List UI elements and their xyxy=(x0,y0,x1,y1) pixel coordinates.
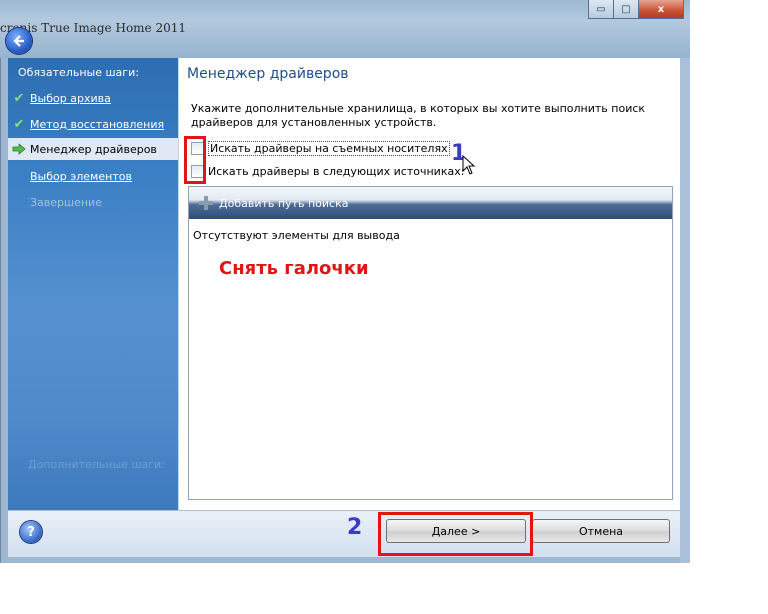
checkbox-label[interactable]: Искать драйверы в следующих источниках: xyxy=(208,165,464,178)
list-toolbar: Добавить путь поиска xyxy=(189,187,672,219)
close-icon: x xyxy=(657,3,665,15)
back-arrow-icon[interactable] xyxy=(6,28,32,54)
annotation-next-highlight xyxy=(378,512,533,556)
checkmark-icon: ✔ xyxy=(13,90,25,106)
sidebar-item-label: Менеджер драйверов xyxy=(30,142,157,156)
current-step-arrow-icon xyxy=(8,143,30,155)
mouse-cursor-icon xyxy=(462,154,476,179)
search-removable-media-checkbox-row[interactable]: Искать драйверы на съемных носителях xyxy=(191,141,450,156)
sidebar-item-archive[interactable]: ✔ Выбор архива xyxy=(8,87,178,109)
steps-sidebar: Обязательные шаги: ✔ Выбор архива ✔ Мето… xyxy=(8,58,178,510)
annotation-marker-2: 2 xyxy=(347,515,363,540)
minimize-icon: ▭ xyxy=(596,3,606,15)
empty-list-text: Отсутствуют элементы для вывода xyxy=(193,229,400,242)
annotation-note: Снять галочки xyxy=(219,258,369,279)
maximize-icon: □ xyxy=(621,3,631,15)
help-icon[interactable]: ? xyxy=(20,521,42,543)
page-title: Менеджер драйверов xyxy=(187,66,349,82)
checkbox-label[interactable]: Искать драйверы на съемных носителях xyxy=(208,141,450,156)
content-panel: Менеджер драйверов Укажите дополнительны… xyxy=(178,58,681,510)
sidebar-item-select-items[interactable]: Выбор элементов xyxy=(8,165,178,187)
sidebar-item-label: Метод восстановления xyxy=(30,117,165,131)
required-steps-header: Обязательные шаги: xyxy=(18,66,139,79)
annotation-checkbox-highlight xyxy=(184,136,206,184)
footer-bar: ? Далее > Отмена xyxy=(8,510,680,557)
cancel-button[interactable]: Отмена xyxy=(532,519,670,543)
maximize-button[interactable]: □ xyxy=(613,0,639,19)
window-border xyxy=(680,58,690,563)
main-window: cronis True Image Home 2011 ▭ □ x Обязат… xyxy=(0,0,690,563)
sidebar-item-restore-method[interactable]: ✔ Метод восстановления xyxy=(8,113,178,135)
add-search-path-label: Добавить путь поиска xyxy=(219,196,349,210)
plus-icon xyxy=(199,196,213,210)
search-sources-checkbox-row[interactable]: Искать драйверы в следующих источниках: xyxy=(191,165,464,178)
close-button[interactable]: x xyxy=(638,0,684,19)
checkmark-icon: ✔ xyxy=(13,116,25,132)
sidebar-item-label: Выбор архива xyxy=(30,91,111,105)
sidebar-item-label: Завершение xyxy=(30,195,102,209)
sidebar-item-label: Выбор элементов xyxy=(30,169,132,183)
optional-steps-header: Дополнительные шаги: xyxy=(28,458,165,471)
sidebar-item-driver-manager[interactable]: Менеджер драйверов xyxy=(8,138,178,160)
sidebar-item-finish: Завершение xyxy=(8,191,178,213)
add-search-path-button[interactable]: Добавить путь поиска xyxy=(199,196,348,210)
search-paths-list[interactable]: Добавить путь поиска Отсутствуют элемент… xyxy=(188,186,673,500)
page-description: Укажите дополнительные хранилища, в кото… xyxy=(191,102,646,129)
minimize-button[interactable]: ▭ xyxy=(588,0,614,19)
title-bar[interactable]: cronis True Image Home 2011 ▭ □ x xyxy=(0,0,690,58)
